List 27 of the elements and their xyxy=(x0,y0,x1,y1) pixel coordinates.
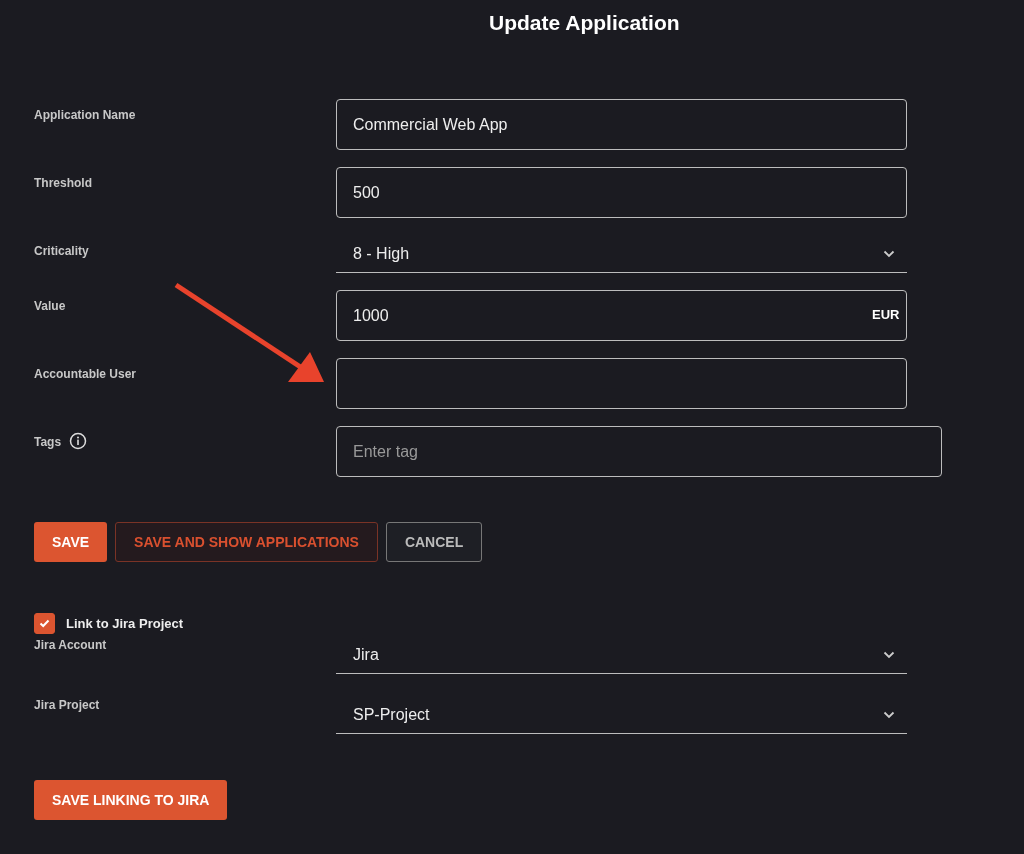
input-field[interactable]: 500 xyxy=(336,167,907,218)
primary-button[interactable]: SAVE LINKING TO JIRA xyxy=(34,780,228,820)
dropdown[interactable]: 8 - High xyxy=(336,235,907,273)
primary-button[interactable]: SAVE xyxy=(34,522,108,562)
field-label: Accountable User xyxy=(34,367,137,381)
button[interactable]: CANCEL xyxy=(385,522,483,562)
field-label: Jira Project xyxy=(34,698,100,712)
checkbox-label: Link to Jira Project xyxy=(66,616,184,631)
currency-label: EUR xyxy=(872,307,900,322)
input-field[interactable]: Commercial Web App xyxy=(336,99,907,150)
page-title: Update Application xyxy=(488,11,681,36)
chevron-down-icon xyxy=(883,249,895,258)
checkmark-icon xyxy=(39,619,50,628)
chevron-down-icon xyxy=(883,710,895,719)
dropdown[interactable]: SP-Project xyxy=(336,696,907,734)
input-field[interactable] xyxy=(336,358,907,409)
field-label: Criticality xyxy=(34,244,89,258)
button[interactable]: SAVE AND SHOW APPLICATIONS xyxy=(115,522,378,562)
field-label: Value xyxy=(34,299,66,313)
tag-input-field[interactable]: Enter tag xyxy=(336,426,942,477)
dropdown[interactable]: Jira xyxy=(336,636,907,674)
field-label: Application Name xyxy=(34,108,136,122)
chevron-down-icon xyxy=(883,650,895,659)
checkbox[interactable] xyxy=(34,613,55,634)
field-label: Tags xyxy=(34,435,62,449)
field-label: Jira Account xyxy=(34,638,107,652)
field-label: Threshold xyxy=(34,176,92,190)
